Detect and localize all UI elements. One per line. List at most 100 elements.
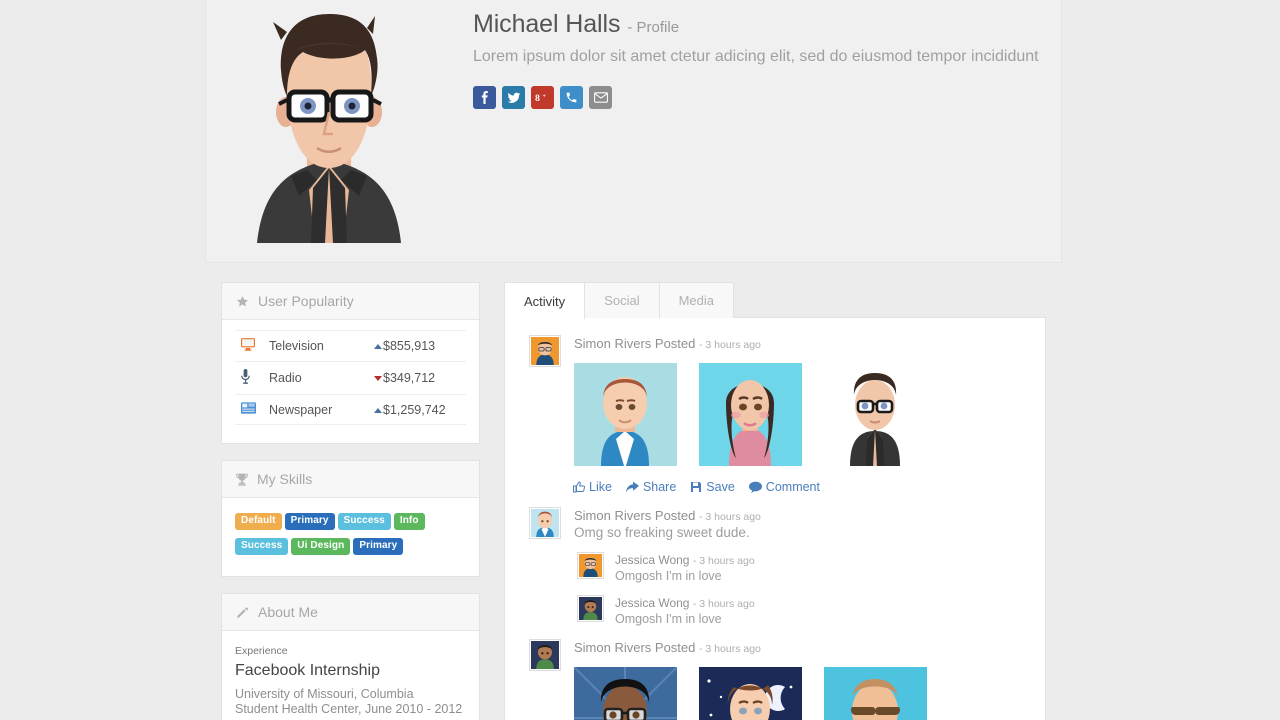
profile-avatar-image bbox=[229, 0, 429, 243]
television-icon bbox=[235, 331, 269, 362]
skill-badge[interactable]: Primary bbox=[285, 513, 335, 530]
star-icon bbox=[236, 295, 249, 308]
trophy-icon bbox=[236, 473, 248, 486]
user-popularity-title: User Popularity bbox=[258, 293, 354, 309]
post-thumbnail[interactable] bbox=[699, 667, 802, 720]
facebook-icon[interactable] bbox=[473, 86, 496, 109]
profile-name-row: Michael Halls - Profile bbox=[473, 10, 1039, 39]
spacer bbox=[529, 494, 1027, 507]
list-item: Jessica Wong - 3 hours ago Omgosh I'm in… bbox=[577, 552, 1027, 583]
tab-social[interactable]: Social bbox=[585, 282, 659, 318]
skill-badge[interactable]: Ui Design bbox=[291, 538, 350, 555]
table-row: Radio $349,712 bbox=[235, 362, 466, 395]
google-plus-icon[interactable]: 8+ bbox=[531, 86, 554, 109]
feed-author: Simon Rivers Posted bbox=[574, 508, 695, 523]
post-thumbnails bbox=[574, 363, 1027, 466]
avatar[interactable] bbox=[529, 507, 561, 539]
my-skills-header: My Skills bbox=[222, 461, 479, 498]
like-button[interactable]: Like bbox=[573, 480, 612, 494]
popularity-label: Television bbox=[269, 331, 374, 362]
tab-activity[interactable]: Activity bbox=[504, 282, 585, 319]
feed-post-main: Simon Rivers Posted - 3 hours ago bbox=[574, 639, 1027, 720]
save-label: Save bbox=[706, 480, 735, 494]
profile-subtitle: - Profile bbox=[627, 19, 679, 36]
skill-badge[interactable]: Success bbox=[338, 513, 391, 530]
comment-button[interactable]: Comment bbox=[749, 480, 820, 494]
post-thumbnail[interactable] bbox=[574, 667, 677, 720]
popularity-table: Television $855,913 Radio $349,712 Newsp… bbox=[235, 330, 466, 425]
feed-post-text: Omg so freaking sweet dude. bbox=[574, 525, 1027, 540]
skill-badge[interactable]: Info bbox=[394, 513, 425, 530]
popularity-label: Newspaper bbox=[269, 395, 374, 425]
popularity-label: Radio bbox=[269, 362, 374, 395]
post-thumbnail[interactable] bbox=[824, 363, 927, 466]
skill-badge[interactable]: Default bbox=[235, 513, 282, 530]
popularity-value: $855,913 bbox=[374, 331, 466, 362]
post-action-bar: Like Share Save Comment bbox=[529, 480, 1027, 494]
save-button[interactable]: Save bbox=[690, 480, 735, 494]
email-icon[interactable] bbox=[589, 86, 612, 109]
comment-main: Jessica Wong - 3 hours ago Omgosh I'm in… bbox=[615, 552, 1027, 583]
phone-icon[interactable] bbox=[560, 86, 583, 109]
user-popularity-header: User Popularity bbox=[222, 283, 479, 320]
popularity-value: $1,259,742 bbox=[374, 395, 466, 425]
comment-author: Jessica Wong bbox=[615, 596, 689, 610]
twitter-icon[interactable] bbox=[502, 86, 525, 109]
post-thumbnails bbox=[574, 667, 1027, 720]
feed-timestamp: - 3 hours ago bbox=[699, 339, 761, 351]
comment-text: Omgosh I'm in love bbox=[615, 612, 1027, 626]
profile-header-panel: Michael Halls - Profile Lorem ipsum dolo… bbox=[205, 0, 1062, 263]
share-button[interactable]: Share bbox=[626, 480, 676, 494]
avatar[interactable] bbox=[529, 639, 561, 671]
user-popularity-card: User Popularity Television $855,913 Radi… bbox=[221, 282, 480, 444]
skill-badge[interactable]: Primary bbox=[353, 538, 403, 555]
profile-tagline: Lorem ipsum dolor sit amet ctetur adicin… bbox=[473, 48, 1039, 66]
comment-timestamp: - 3 hours ago bbox=[693, 555, 755, 567]
skills-badge-list: DefaultPrimarySuccessInfoSuccessUi Desig… bbox=[222, 498, 479, 576]
feed-timestamp: - 3 hours ago bbox=[699, 511, 761, 523]
comment-author: Jessica Wong bbox=[615, 553, 689, 567]
feed-post: Simon Rivers Posted - 3 hours ago bbox=[529, 335, 1027, 466]
feed-post: Simon Rivers Posted - 3 hours ago Omg so… bbox=[529, 507, 1027, 540]
left-sidebar: User Popularity Television $855,913 Radi… bbox=[221, 282, 480, 720]
social-links: 8+ bbox=[473, 86, 1039, 109]
avatar[interactable] bbox=[577, 552, 604, 579]
spacer bbox=[529, 626, 1027, 639]
table-row: Television $855,913 bbox=[235, 331, 466, 362]
feed-author: Simon Rivers Posted bbox=[574, 640, 695, 655]
feed-author: Simon Rivers Posted bbox=[574, 336, 695, 351]
comment-timestamp: - 3 hours ago bbox=[693, 598, 755, 610]
feed-meta: Jessica Wong - 3 hours ago bbox=[615, 596, 1027, 610]
svg-text:+: + bbox=[543, 94, 547, 100]
about-line-2: Student Health Center, June 2010 - 2012 bbox=[235, 702, 466, 717]
feed-post-main: Simon Rivers Posted - 3 hours ago bbox=[574, 335, 1027, 466]
avatar[interactable] bbox=[529, 335, 561, 367]
about-me-card: About Me Experience Facebook Internship … bbox=[221, 593, 480, 720]
page-title: Michael Halls bbox=[473, 10, 620, 39]
feed-meta: Jessica Wong - 3 hours ago bbox=[615, 553, 1027, 567]
main-content: Activity Social Media Simon Rivers Poste… bbox=[504, 282, 1046, 720]
feed-meta: Simon Rivers Posted - 3 hours ago bbox=[574, 336, 1027, 351]
trend-up-icon bbox=[374, 344, 382, 349]
comment-main: Jessica Wong - 3 hours ago Omgosh I'm in… bbox=[615, 595, 1027, 626]
tab-media[interactable]: Media bbox=[660, 282, 734, 318]
post-thumbnail[interactable] bbox=[699, 363, 802, 466]
skill-badge[interactable]: Success bbox=[235, 538, 288, 555]
my-skills-card: My Skills DefaultPrimarySuccessInfoSucce… bbox=[221, 460, 480, 577]
feed-post: Simon Rivers Posted - 3 hours ago bbox=[529, 639, 1027, 720]
avatar[interactable] bbox=[577, 595, 604, 622]
comment-text: Omgosh I'm in love bbox=[615, 569, 1027, 583]
profile-avatar-container bbox=[206, 0, 451, 243]
microphone-icon bbox=[235, 362, 269, 395]
about-me-body: Experience Facebook Internship Universit… bbox=[222, 631, 479, 720]
activity-tab-panel: Simon Rivers Posted - 3 hours ago bbox=[504, 318, 1046, 720]
comment-label: Comment bbox=[766, 480, 820, 494]
user-popularity-body: Television $855,913 Radio $349,712 Newsp… bbox=[222, 320, 479, 443]
tab-bar: Activity Social Media bbox=[504, 282, 1046, 318]
svg-text:8: 8 bbox=[535, 93, 540, 104]
feed-timestamp: - 3 hours ago bbox=[699, 643, 761, 655]
feed-meta: Simon Rivers Posted - 3 hours ago bbox=[574, 640, 1027, 655]
post-thumbnail[interactable] bbox=[824, 667, 927, 720]
post-thumbnail[interactable] bbox=[574, 363, 677, 466]
about-me-title: About Me bbox=[258, 604, 318, 620]
